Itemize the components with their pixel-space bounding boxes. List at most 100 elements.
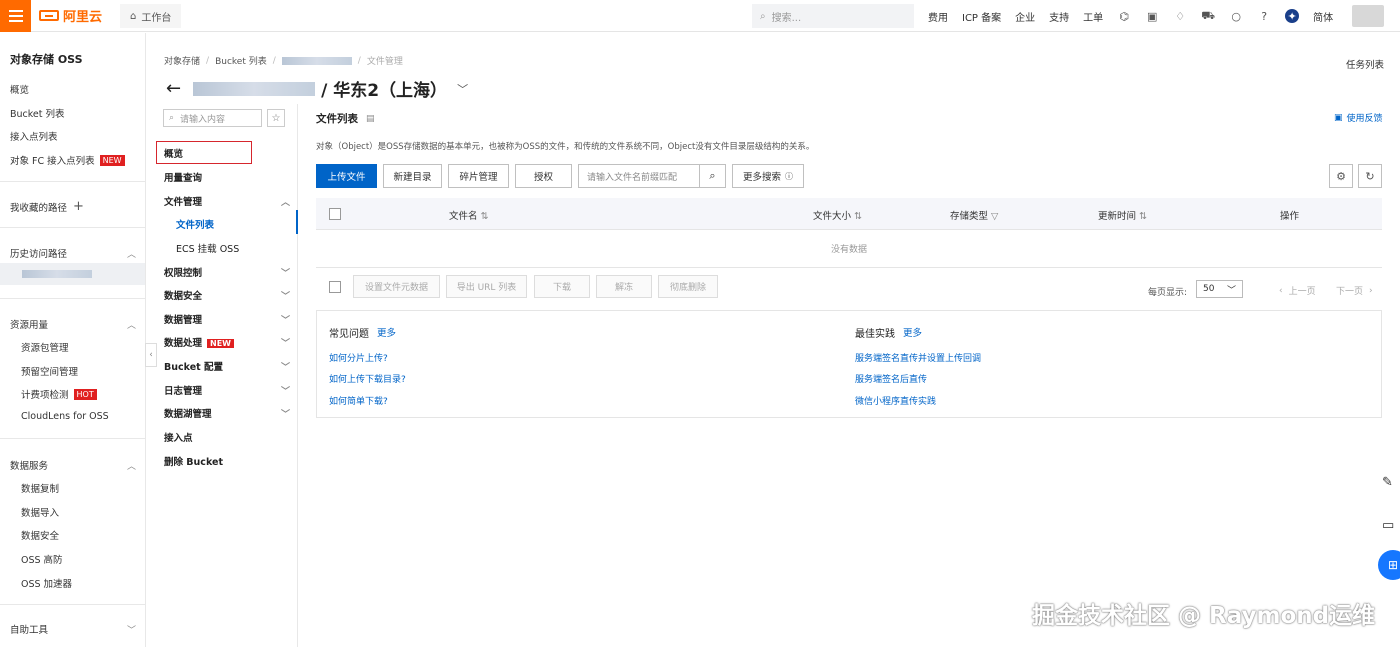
best-practice-link[interactable]: 微信小程序直传实践 [855,394,936,407]
assistant-icon[interactable]: ✦ [1285,9,1300,23]
sidebar-item-resource-package[interactable]: 资源包管理 [21,340,69,354]
sidebar-resources[interactable]: 资源用量 ︿ [10,317,136,331]
divider [0,227,145,228]
breadcrumb-bucket-list[interactable]: Bucket 列表 [215,54,267,67]
download-button[interactable]: 下载 [534,275,590,298]
sidebar-self-tools[interactable]: 自助工具 ﹀ [10,622,136,636]
search-icon[interactable]: ⌕ [700,164,726,188]
nav-item-log-mgmt[interactable]: 日志管理 ﹀ [164,383,290,397]
sidebar-item-billing-check[interactable]: 计费项检测 HOT [21,387,97,401]
nav-item-data-process[interactable]: 数据处理 NEW ﹀ [164,335,290,349]
sidebar-item-data-import[interactable]: 数据导入 [21,505,59,519]
faq-link[interactable]: 如何简单下载? [329,394,388,407]
sidebar-data-services[interactable]: 数据服务 ︿ [10,458,136,472]
col-filename[interactable]: 文件名 ⇅ [449,208,489,222]
faq-link[interactable]: 如何上传下载目录? [329,372,406,385]
nav-item-permission[interactable]: 权限控制 ﹀ [164,265,290,279]
chevron-down-icon: ﹀ [280,386,290,397]
sidebar-item-cloudlens[interactable]: CloudLens for OSS [21,411,109,422]
chat-icon[interactable]: ▭ [1382,518,1394,533]
feedback-link[interactable]: ▣ 使用反馈 [1334,111,1383,125]
nav-item-access-point[interactable]: 接入点 [164,430,290,444]
history-item-selected[interactable] [0,263,145,285]
sidebar-item-data-security[interactable]: 数据安全 [21,528,59,542]
faq-more-link[interactable]: 更多 [377,325,396,340]
nav-item-ecs-mount[interactable]: ECS 挂载 OSS [176,241,302,255]
nav-item-data-lake[interactable]: 数据湖管理 ﹀ [164,406,290,420]
back-arrow-icon[interactable]: ← [166,78,181,99]
terminal-icon[interactable]: ▣ [1145,9,1159,23]
best-practice-link[interactable]: 服务端签名后直传 [855,372,927,385]
help-icon[interactable]: ? [1257,9,1271,23]
nav-item-data-mgmt[interactable]: 数据管理 ﹀ [164,312,290,326]
more-search-button[interactable]: 更多搜索 ⓘ [732,164,804,188]
refresh-icon[interactable]: ↻ [1358,164,1382,188]
upload-button[interactable]: 上传文件 [316,164,377,188]
sidebar-item-overview[interactable]: 概览 [10,82,29,96]
lightbulb-icon[interactable]: ○ [1229,9,1243,23]
best-practice-link[interactable]: 服务端签名直传并设置上传回调 [855,351,981,364]
sidebar-item-bucket-list[interactable]: Bucket 列表 [10,106,65,120]
col-updated[interactable]: 更新时间 ⇅ [1098,208,1147,222]
nav-item-overview[interactable]: 概览 [156,141,252,164]
delete-button[interactable]: 彻底删除 [658,275,718,298]
sidebar-item-fc-access-points[interactable]: 对象 FC 接入点列表 NEW [10,153,125,167]
top-link-icp[interactable]: ICP 备案 [962,9,1001,24]
file-search-input[interactable]: 请输入文件名前缀匹配 [578,164,700,188]
export-url-button[interactable]: 导出 URL 列表 [446,275,527,298]
doc-icon[interactable]: ▤ [366,114,375,124]
col-filesize[interactable]: 文件大小 ⇅ [813,208,862,222]
gear-icon[interactable]: ⚙ [1329,164,1353,188]
global-search-input[interactable]: ⌕ 搜索... [752,4,914,28]
avatar[interactable] [1352,5,1384,27]
blurred-bucket-name[interactable] [281,56,352,65]
top-link-ticket[interactable]: 工单 [1083,9,1103,24]
breadcrumb-oss[interactable]: 对象存储 [164,54,200,67]
sidebar-favorites[interactable]: 我收藏的路径 + [10,199,84,214]
select-all-checkbox[interactable] [329,208,341,220]
cloudshell-icon[interactable]: ⌬ [1117,9,1131,23]
nav-item-data-security[interactable]: 数据安全 ﹀ [164,288,290,302]
bulk-select-checkbox[interactable] [329,281,341,293]
top-link-support[interactable]: 支持 [1049,9,1069,24]
edit-icon[interactable]: ✎ [1382,475,1393,490]
menu-icon[interactable] [0,0,31,32]
apps-icon[interactable]: ⊞ [1378,550,1400,580]
language-switch[interactable]: 简体 [1313,9,1333,24]
authorize-button[interactable]: 授权 [515,164,572,188]
sidebar-item-reserved-space[interactable]: 预留空间管理 [21,364,78,378]
nav-item-file-list[interactable]: 文件列表 [176,217,302,231]
aliyun-logo[interactable]: 阿里云 [39,6,102,25]
set-metadata-button[interactable]: 设置文件元数据 [353,275,440,298]
prev-page-button[interactable]: ‹ 上一页 [1279,284,1316,298]
fragments-button[interactable]: 碎片管理 [448,164,509,188]
col-storage-type[interactable]: 存储类型 ▽ [950,208,998,222]
chevron-down-icon[interactable]: ﹀ [457,81,468,97]
top-link-billing[interactable]: 费用 [928,9,948,24]
bell-icon[interactable]: ♢ [1173,9,1187,23]
nav-search-input[interactable]: ⌕ 请输入内容 [163,109,262,127]
nav-item-usage[interactable]: 用量查询 [164,170,290,184]
task-list-link[interactable]: 任务列表 [1346,57,1384,71]
nav-item-bucket-config[interactable]: Bucket 配置 ﹀ [164,359,290,373]
new-dir-button[interactable]: 新建目录 [383,164,442,188]
nav-item-file-mgmt[interactable]: 文件管理 ︿ [164,194,290,208]
star-icon[interactable]: ☆ [267,109,285,127]
collapse-nav-button[interactable]: ‹ [145,343,157,367]
sidebar-history[interactable]: 历史访问路径 ︿ [10,246,136,260]
cart-icon[interactable]: ⛟ [1201,9,1215,23]
top-link-enterprise[interactable]: 企业 [1015,9,1035,24]
best-practice-more-link[interactable]: 更多 [903,325,922,340]
sidebar-item-anti-ddos[interactable]: OSS 高防 [21,552,63,566]
plus-icon[interactable]: + [73,199,84,214]
workbench-tab[interactable]: ⌂ 工作台 [120,4,182,28]
faq-link[interactable]: 如何分片上传? [329,351,388,364]
sidebar-item-access-points[interactable]: 接入点列表 [10,129,58,143]
unfreeze-button[interactable]: 解冻 [596,275,652,298]
sidebar-item-data-replication[interactable]: 数据复制 [21,481,59,495]
page-size-select[interactable]: 50 ﹀ [1196,280,1243,298]
breadcrumb-separator: / [206,55,210,66]
next-page-button[interactable]: 下一页 › [1336,284,1373,298]
nav-item-delete-bucket[interactable]: 删除 Bucket [164,454,290,468]
sidebar-item-accelerator[interactable]: OSS 加速器 [21,576,72,590]
